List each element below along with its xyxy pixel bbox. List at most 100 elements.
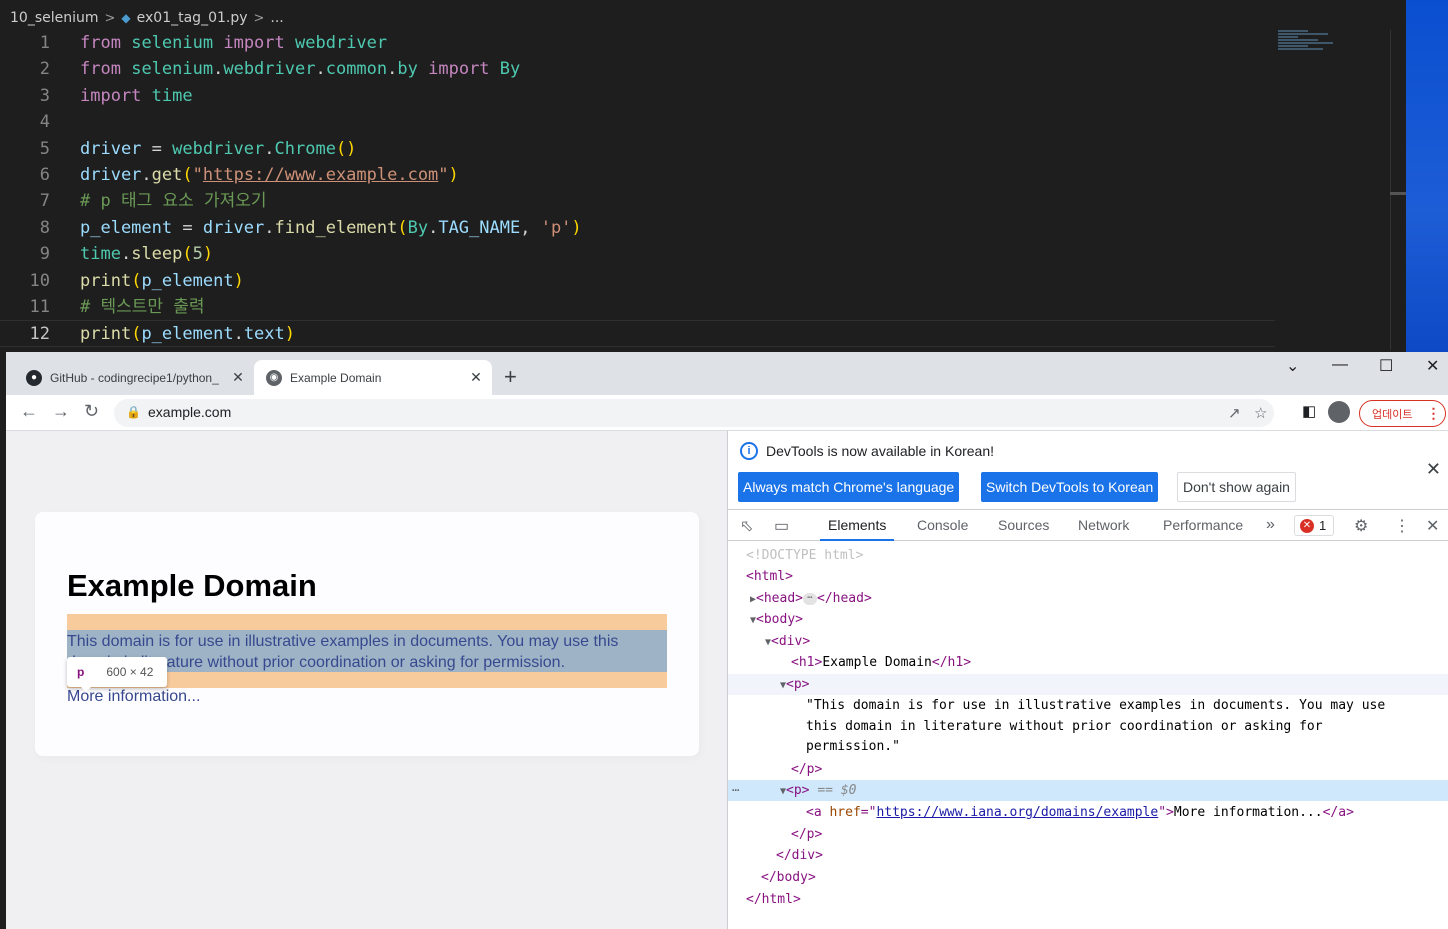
line-number: 3 (39, 85, 50, 106)
dom-text-node[interactable]: "This domain is for use in illustrative … (728, 695, 1448, 716)
browser-window: ● GitHub - codingrecipe1/python_ ✕ ◉ Exa… (6, 352, 1448, 929)
tab-example-domain[interactable]: ◉ Example Domain ✕ (254, 360, 492, 395)
code-line[interactable]: 2 from selenium.webdriver.common.by impor… (0, 56, 1275, 82)
dom-node[interactable]: </div> (728, 845, 1448, 866)
dom-node[interactable]: </p> (728, 824, 1448, 845)
code-line[interactable]: 3 import time (0, 83, 1275, 109)
dom-node-p-selected[interactable]: ⋯ ▼<p> == $0 (728, 780, 1448, 801)
code-editor[interactable]: 10_selenium > ◆ ex01_tag_01.py > ... 1 fr… (0, 0, 1406, 352)
breadcrumb-file[interactable]: ex01_tag_01.py (137, 10, 248, 26)
code-line[interactable]: 5 driver = webdriver.Chrome() (0, 136, 1275, 162)
dom-node[interactable]: <!DOCTYPE html> (728, 545, 1448, 566)
code-line[interactable]: 9 time.sleep(5) (0, 241, 1275, 267)
scrollbar-track[interactable] (1390, 30, 1391, 350)
line-number: 11 (29, 296, 50, 317)
line-number: 10 (29, 270, 50, 291)
window-close-icon[interactable]: ✕ (1426, 356, 1439, 376)
breadcrumb-more[interactable]: ... (270, 10, 283, 26)
bookmark-star-icon[interactable]: ☆ (1254, 404, 1267, 422)
dont-show-again-button[interactable]: Don't show again (1177, 472, 1296, 502)
maximize-icon[interactable]: ☐ (1379, 356, 1393, 376)
dom-node[interactable]: <html> (728, 566, 1448, 587)
tab-search-icon[interactable]: ⌄ (1286, 356, 1299, 376)
tab-console[interactable]: Console (917, 510, 968, 541)
address-bar[interactable]: 🔒 example.com ↗ ☆ (114, 399, 1274, 427)
dom-node[interactable]: </body> (728, 867, 1448, 888)
ellipsis-icon[interactable]: ⋯ (803, 592, 817, 605)
dom-node[interactable]: </p> (728, 759, 1448, 780)
switch-to-korean-button[interactable]: Switch DevTools to Korean (981, 472, 1159, 502)
more-vert-icon[interactable]: ⋮ (1394, 516, 1410, 536)
tab-network[interactable]: Network (1078, 510, 1129, 541)
more-tabs-icon[interactable]: » (1266, 516, 1275, 534)
chevron-right-icon: > (253, 10, 265, 26)
code-area[interactable]: 1 from selenium import webdriver 2 from se… (0, 30, 1275, 347)
tooltip-dimensions: 600 × 42 (106, 665, 154, 679)
inspect-element-icon[interactable]: ⬁ (740, 516, 753, 536)
infobar-text: DevTools is now available in Korean! (766, 443, 995, 459)
doctype-text: <!DOCTYPE html> (746, 548, 864, 563)
always-match-language-button[interactable]: Always match Chrome's language (738, 472, 960, 502)
lock-icon[interactable]: 🔒 (126, 405, 141, 419)
reload-icon[interactable]: ↻ (84, 401, 99, 422)
dom-node-p-hovered[interactable]: ▼<p> (728, 674, 1448, 695)
dom-node[interactable]: ▼<div> (728, 631, 1448, 652)
settings-gear-icon[interactable]: ⚙ (1354, 516, 1368, 536)
forward-icon[interactable]: → (52, 401, 70, 422)
minimap[interactable] (1278, 30, 1338, 60)
close-icon[interactable]: ✕ (1426, 516, 1439, 536)
back-icon[interactable]: ← (20, 401, 38, 422)
desktop-background (1406, 0, 1448, 352)
code-line[interactable]: 1 from selenium import webdriver (0, 30, 1275, 56)
line-number: 5 (39, 138, 50, 159)
code-line[interactable]: 11 # 텍스트만 출력 (0, 294, 1275, 320)
p-text-line: permission." (806, 739, 900, 754)
close-icon[interactable]: ✕ (228, 369, 248, 386)
update-button[interactable]: 업데이트 ⋮ (1359, 400, 1446, 427)
code-text: driver.get("https://www.example.com") (80, 164, 459, 185)
language-infobar: i DevTools is now available in Korean! ✕… (728, 431, 1448, 510)
close-icon[interactable]: ✕ (1426, 459, 1441, 480)
dom-node[interactable]: </html> (728, 889, 1448, 910)
side-panel-icon[interactable]: ◧ (1302, 402, 1316, 420)
dom-node[interactable]: ▼<body> (728, 609, 1448, 630)
device-toolbar-icon[interactable]: ▭ (774, 516, 789, 536)
close-icon[interactable]: ✕ (466, 369, 486, 386)
minimize-icon[interactable]: — (1332, 356, 1348, 374)
line-number: 2 (39, 59, 50, 80)
scrollbar-thumb[interactable] (1390, 192, 1406, 195)
dom-node[interactable]: ▶<head> ⋯ </head> (728, 588, 1448, 609)
dom-tree[interactable]: <!DOCTYPE html> <html> ▶<head> ⋯ </head> ▼… (728, 541, 1448, 929)
devtools-panel: i DevTools is now available in Korean! ✕… (727, 431, 1448, 929)
tab-sources[interactable]: Sources (998, 510, 1049, 541)
code-line-current[interactable]: 12 print(p_element.text) (0, 320, 1275, 347)
code-line[interactable]: 10 print(p_element) (0, 268, 1275, 294)
code-line[interactable]: 8 p_element = driver.find_element(By.TAG_… (0, 215, 1275, 241)
dom-node[interactable]: <h1>Example Domain</h1> (728, 652, 1448, 673)
code-text: print(p_element) (80, 270, 244, 291)
tab-title: GitHub - codingrecipe1/python_ (50, 370, 219, 385)
tab-performance[interactable]: Performance (1163, 510, 1243, 541)
tab-elements[interactable]: Elements (820, 510, 895, 541)
code-line[interactable]: 7 # p 태그 요소 가져오기 (0, 188, 1275, 214)
avatar[interactable] (1328, 401, 1350, 423)
code-text: from selenium import webdriver (80, 33, 388, 53)
more-vert-icon: ⋮ (1426, 405, 1441, 421)
error-icon: ✕ (1300, 518, 1314, 533)
line-number: 8 (39, 217, 50, 238)
code-line[interactable]: 6 driver.get("https://www.example.com") (0, 162, 1275, 188)
update-label: 업데이트 (1372, 408, 1413, 421)
more-horiz-icon[interactable]: ⋯ (732, 780, 739, 801)
breadcrumb-folder[interactable]: 10_selenium (10, 10, 99, 26)
error-count-badge[interactable]: ✕ 1 (1294, 515, 1334, 536)
code-text: print(p_element.text) (80, 324, 296, 345)
new-tab-icon[interactable]: + (504, 364, 517, 390)
dom-text-node[interactable]: permission." (728, 736, 1448, 757)
tab-github[interactable]: ● GitHub - codingrecipe1/python_ ✕ (20, 360, 254, 395)
page-viewport: Example Domain This domain is for use in… (6, 431, 727, 929)
dom-node[interactable]: <a href="https://www.iana.org/domains/ex… (728, 802, 1448, 823)
dom-text-node[interactable]: this domain in literature without prior … (728, 716, 1448, 737)
code-line[interactable]: 4 (0, 109, 1275, 135)
href-link[interactable]: https://www.iana.org/domains/example (876, 805, 1158, 820)
share-icon[interactable]: ↗ (1228, 404, 1241, 422)
